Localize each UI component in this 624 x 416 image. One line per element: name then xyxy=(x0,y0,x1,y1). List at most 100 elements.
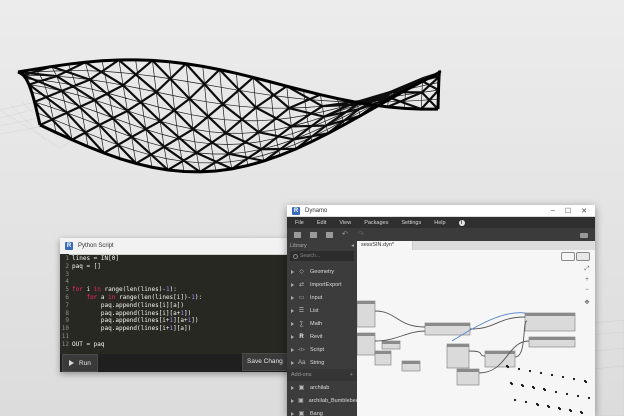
menu-help[interactable]: Help xyxy=(434,220,445,226)
expand-arrow-icon[interactable] xyxy=(291,321,294,326)
expand-arrow-icon[interactable] xyxy=(291,334,294,339)
minimize-icon[interactable]: – xyxy=(551,207,555,215)
code-text: for a in range(len(lines[i])-1): xyxy=(86,293,203,301)
redo-icon[interactable]: ↷ xyxy=(358,231,365,238)
library-item-string[interactable]: Aa String xyxy=(287,356,357,369)
code-line[interactable]: 4 xyxy=(60,278,292,286)
graph-node[interactable] xyxy=(446,343,470,369)
camera-icon[interactable] xyxy=(580,232,588,238)
line-number: 7 xyxy=(65,301,69,309)
expand-arrow-icon[interactable] xyxy=(291,308,294,313)
library-item-importexport[interactable]: ⇄ ImportExport xyxy=(287,278,357,291)
code-line[interactable]: 11 xyxy=(60,333,292,341)
library-item-label: archilab xyxy=(310,384,330,391)
save-changes-button[interactable]: Save Chang xyxy=(242,353,292,371)
code-line[interactable]: 6 for a in range(len(lines[i])-1): xyxy=(60,294,292,302)
library-item-list[interactable]: ☰ List xyxy=(287,304,357,317)
dynamo-titlebar[interactable]: R Dynamo – ☐ ✕ xyxy=(287,205,595,217)
addon-item-bang[interactable]: ▣ Bang xyxy=(287,407,357,416)
library-item-label: archilab_Bumblebee xyxy=(308,397,359,404)
revit-icon: R xyxy=(299,333,304,340)
library-collapse-icon[interactable]: ◂ xyxy=(351,241,354,251)
expand-arrow-icon[interactable] xyxy=(291,385,294,390)
addon-item-archilab_bumblebee[interactable]: ▣ archilab_Bumblebee xyxy=(287,394,359,407)
code-line[interactable]: 7 paq.append(lines[i][a]) xyxy=(60,302,292,310)
line-number: 5 xyxy=(65,286,69,294)
package-icon: ▣ xyxy=(298,410,305,416)
graph-node-header xyxy=(357,301,375,304)
dynamo-logo-icon: R xyxy=(65,242,73,250)
library-search-input[interactable]: Search... xyxy=(290,251,354,261)
menu-edit[interactable]: Edit xyxy=(317,220,326,226)
code-line[interactable]: 2 paq = [] xyxy=(60,263,292,271)
code-line[interactable]: 3 xyxy=(60,271,292,279)
library-item-label: Input xyxy=(310,294,323,301)
code-line[interactable]: 9 paq.append(lines[i+1][a+1]) xyxy=(60,317,292,325)
graph-wire xyxy=(514,320,528,358)
undo-icon[interactable]: ↶ xyxy=(342,231,349,238)
dynamo-title: Dynamo xyxy=(305,207,328,214)
code-line[interactable]: 1 lines = IN[0] xyxy=(60,255,292,263)
save-file-icon[interactable] xyxy=(326,232,333,238)
line-number: 4 xyxy=(65,278,69,286)
new-file-icon[interactable] xyxy=(294,232,301,238)
code-line[interactable]: 10 paq.append(lines[i+1][a]) xyxy=(60,325,292,333)
preview-point xyxy=(506,365,510,369)
graph-wire xyxy=(374,310,426,328)
graph-node[interactable] xyxy=(357,300,376,328)
library-item-math[interactable]: ∑ Math xyxy=(287,317,357,330)
workspace-canvas[interactable]: sessSIN.dyn* ⤢ + − ✥ xyxy=(357,241,595,416)
addon-item-archilab[interactable]: ▣ archilab xyxy=(287,381,357,394)
expand-arrow-icon[interactable] xyxy=(291,269,294,274)
preview-point xyxy=(536,403,540,407)
line-number: 1 xyxy=(65,255,69,262)
expand-arrow-icon[interactable] xyxy=(291,411,294,416)
close-icon[interactable]: ✕ xyxy=(581,207,587,215)
expand-arrow-icon[interactable] xyxy=(291,398,294,403)
menu-view[interactable]: View xyxy=(339,220,351,226)
graph-node-header xyxy=(357,333,375,336)
line-number: 8 xyxy=(65,309,69,317)
expand-arrow-icon[interactable] xyxy=(291,282,294,287)
code-editor[interactable]: 1 lines = IN[0] 2 paq = [] 3 4 5 for i in range… xyxy=(60,254,292,354)
run-button[interactable]: Run xyxy=(62,354,98,372)
graph-node[interactable] xyxy=(357,332,376,356)
menu-settings[interactable]: Settings xyxy=(401,220,421,226)
script-icon: </> xyxy=(298,346,305,352)
code-text: paq = [] xyxy=(72,262,101,270)
node-graph xyxy=(357,300,591,415)
expand-arrow-icon[interactable] xyxy=(291,295,294,300)
code-text: OUT = paq xyxy=(72,340,105,348)
expand-arrow-icon[interactable] xyxy=(291,347,294,352)
code-text: paq.append(lines[i][a]) xyxy=(72,301,184,309)
library-item-input[interactable]: ▭ Input xyxy=(287,291,357,304)
menu-packages[interactable]: Packages xyxy=(364,220,388,226)
line-number: 6 xyxy=(65,293,69,301)
graph-wire xyxy=(468,350,486,357)
line-number: 9 xyxy=(65,317,69,325)
open-file-icon[interactable] xyxy=(310,232,317,238)
library-item-script[interactable]: </> Script xyxy=(287,343,357,356)
menu-file[interactable]: File xyxy=(295,220,304,226)
expand-arrow-icon[interactable] xyxy=(291,360,294,365)
line-number: 12 xyxy=(61,340,69,348)
library-item-geometry[interactable]: ◇ Geometry xyxy=(287,265,357,278)
code-line[interactable]: 5 for i in range(len(lines)-1): xyxy=(60,286,292,294)
line-number: 3 xyxy=(65,270,69,278)
library-category-list: ◇ Geometry ⇄ ImportExport ▭ Input ☰ List ∑ Math R R… xyxy=(287,265,357,369)
code-line[interactable]: 12 OUT = paq xyxy=(60,341,292,349)
info-icon[interactable]: i xyxy=(458,219,465,226)
code-line[interactable]: 8 paq.append(lines[i][a+1]) xyxy=(60,310,292,318)
preview-point xyxy=(543,388,547,392)
library-item-revit[interactable]: R Revit xyxy=(287,330,357,343)
python-window-titlebar[interactable]: R Python Script xyxy=(60,238,292,255)
preview-point xyxy=(539,371,543,375)
preview-point xyxy=(558,407,562,411)
preview-point xyxy=(584,380,588,384)
add-icon[interactable]: + xyxy=(350,369,353,381)
maximize-icon[interactable]: ☐ xyxy=(565,207,571,215)
line-number: 11 xyxy=(61,332,69,340)
library-item-label: Bang xyxy=(310,410,323,416)
library-panel: Library ◂ Search... ◇ Geometry ⇄ ImportExpo… xyxy=(287,241,359,416)
addons-section-header[interactable]: Add-ons + xyxy=(287,369,357,381)
